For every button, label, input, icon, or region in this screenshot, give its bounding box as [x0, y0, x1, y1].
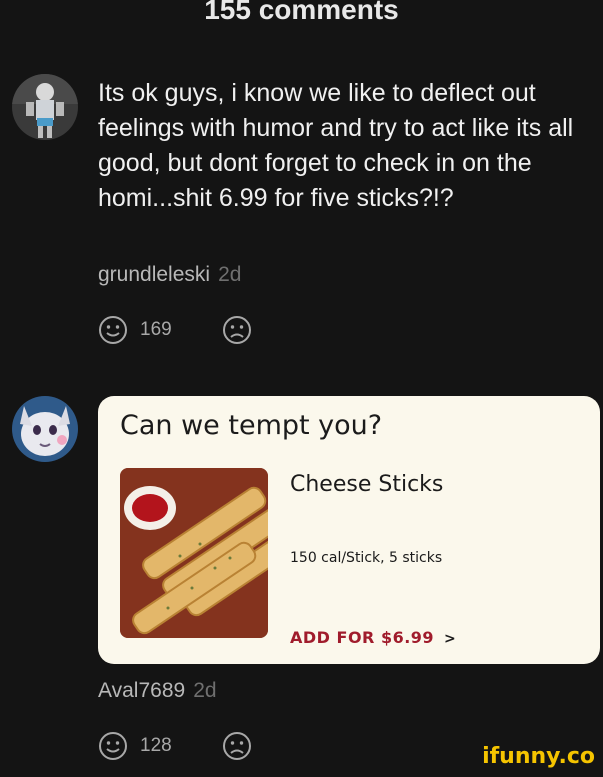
- comment-time: 2d: [218, 263, 242, 286]
- comment-meta: Aval7689 2d: [98, 679, 217, 703]
- avatar[interactable]: [12, 396, 78, 462]
- smile-icon[interactable]: [98, 315, 128, 345]
- avatar-character-icon: [12, 74, 78, 140]
- item-info: 150 cal/Stick, 5 sticks: [290, 550, 443, 566]
- comment-meta: grundleleski 2d: [98, 263, 241, 287]
- avatar-furry-icon: [12, 396, 78, 462]
- reactions-bar: 169: [98, 313, 252, 347]
- comment-time: 2d: [193, 679, 217, 702]
- frown-icon[interactable]: [222, 315, 252, 345]
- add-button-label: ADD FOR $6.99: [290, 628, 435, 647]
- like-count: 128: [140, 735, 172, 756]
- add-to-order-button[interactable]: ADD FOR $6.99 >: [290, 628, 456, 647]
- like-count: 169: [140, 319, 172, 340]
- username[interactable]: Aval7689: [98, 679, 185, 702]
- chevron-right-icon: >: [444, 631, 457, 647]
- cheese-sticks-image: [120, 468, 268, 638]
- smile-icon[interactable]: [98, 731, 128, 761]
- ifunny-watermark: ifunny.co: [482, 744, 595, 769]
- comments-count-title: 155 comments: [204, 0, 399, 25]
- avatar[interactable]: [12, 74, 78, 140]
- item-name: Cheese Sticks: [290, 472, 444, 497]
- comment-text: Its ok guys, i know we like to deflect o…: [98, 79, 574, 212]
- frown-icon[interactable]: [222, 731, 252, 761]
- username[interactable]: grundleleski: [98, 263, 210, 286]
- card-title: Can we tempt you?: [120, 410, 383, 441]
- reactions-bar: 128: [98, 729, 252, 763]
- ad-image-card[interactable]: Can we tempt you? Cheese Sticks 150 cal/…: [98, 396, 600, 664]
